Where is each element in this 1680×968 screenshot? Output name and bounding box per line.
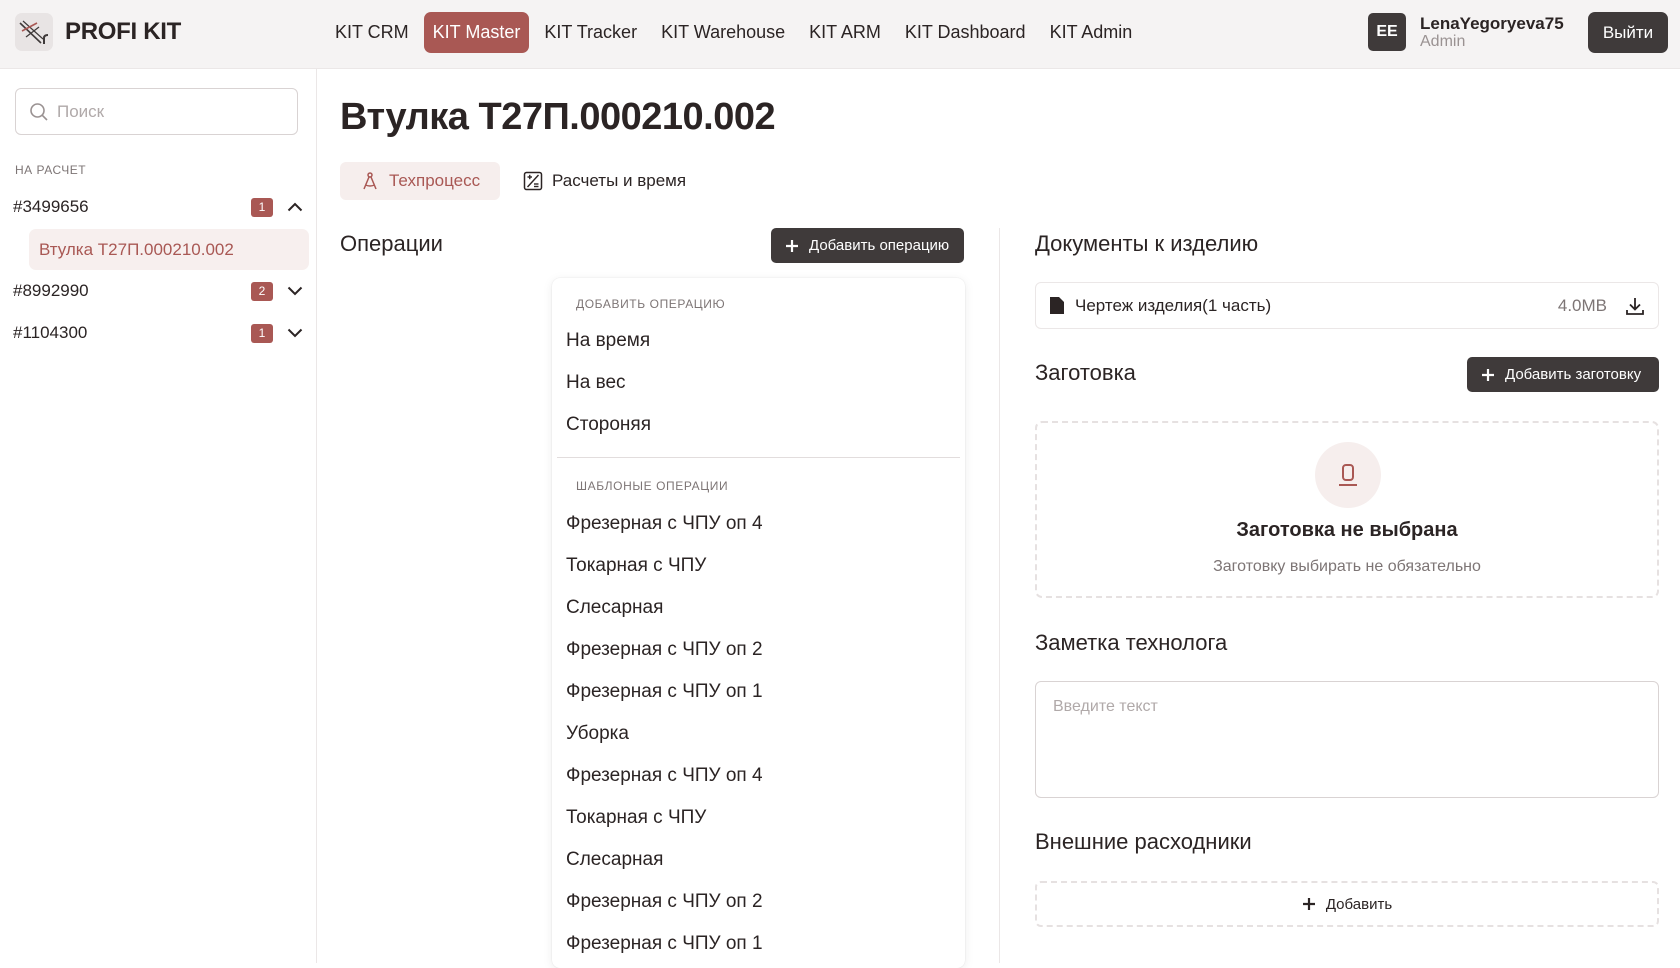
menu-item-template[interactable]: Токарная с ЧПУ: [552, 799, 965, 837]
main-nav: KIT CRM KIT Master KIT Tracker KIT Wareh…: [326, 12, 1141, 53]
document-size: 4.0MB: [1557, 295, 1607, 315]
download-icon[interactable]: [1625, 296, 1645, 316]
blank-heading: Заготовка: [1035, 360, 1136, 385]
menu-item-by-weight[interactable]: На вес: [552, 364, 965, 402]
brand-name: PROFI KIT: [65, 18, 181, 45]
count-badge: 2: [251, 281, 273, 301]
menu-item-template[interactable]: Токарная с ЧПУ: [552, 547, 965, 585]
menu-item-template[interactable]: Фрезерная с ЧПУ оп 4: [552, 505, 965, 543]
order-number: #3499656: [13, 197, 89, 216]
document-name: Чертеж изделия(1 часть): [1075, 295, 1272, 315]
search-input[interactable]: [57, 101, 277, 122]
order-row[interactable]: #3499656 1: [13, 192, 303, 222]
nav-kit-admin[interactable]: KIT Admin: [1041, 12, 1142, 53]
chevron-down-icon[interactable]: [287, 328, 303, 338]
add-consumable-label: Добавить: [1325, 895, 1393, 913]
nav-kit-master[interactable]: KIT Master: [423, 12, 530, 53]
nav-kit-warehouse[interactable]: KIT Warehouse: [652, 12, 794, 53]
calculator-icon: [523, 171, 543, 191]
empty-state-subtitle: Заготовку выбирать не обязательно: [1213, 558, 1481, 575]
menu-item-template[interactable]: Фрезерная с ЧПУ оп 1: [552, 925, 965, 963]
user-role: Admin: [1420, 33, 1466, 50]
avatar[interactable]: EE: [1368, 13, 1406, 51]
menu-item-template[interactable]: Фрезерная с ЧПУ оп 2: [552, 883, 965, 921]
dropdown-section-label: ШАБЛОНЫЕ ОПЕРАЦИИ: [576, 479, 729, 493]
menu-item-template[interactable]: Слесарная: [552, 841, 965, 879]
consumables-heading: Внешние расходники: [1035, 829, 1252, 854]
logo-icon[interactable]: [15, 13, 53, 51]
note-heading: Заметка технолога: [1035, 630, 1228, 655]
document-row[interactable]: Чертеж изделия(1 часть) 4.0MB: [1035, 282, 1659, 329]
dropdown-section-label: ДОБАВИТЬ ОПЕРАЦИЮ: [576, 297, 726, 311]
menu-item-template[interactable]: Слесарная: [552, 589, 965, 627]
compass-icon: [363, 172, 377, 190]
tab-label: Техпроцесс: [389, 171, 481, 190]
file-icon: [1050, 297, 1064, 314]
column-divider: [999, 228, 1000, 963]
count-badge: 1: [251, 197, 273, 217]
sidebar: НА РАСЧЕТ #3499656 1 Втулка Т27П.000210.…: [0, 69, 317, 963]
search-icon: [30, 102, 48, 121]
plus-icon: [1482, 368, 1494, 381]
menu-item-template[interactable]: Фрезерная с ЧПУ оп 1: [552, 673, 965, 711]
section-label: НА РАСЧЕТ: [15, 163, 87, 177]
menu-item-template[interactable]: Фрезерная с ЧПУ оп 4: [552, 757, 965, 795]
page-title: Втулка Т27П.000210.002: [340, 96, 776, 138]
menu-item-outsourced[interactable]: Стороняя: [552, 406, 965, 444]
add-blank-label: Добавить заготовку: [1505, 366, 1642, 383]
blank-icon: [1315, 442, 1381, 508]
add-operation-label: Добавить операцию: [809, 237, 950, 254]
menu-item-template[interactable]: Фрезерная с ЧПУ оп 2: [552, 631, 965, 669]
search-box[interactable]: [15, 88, 298, 135]
menu-item-template[interactable]: Уборка: [552, 715, 965, 753]
tab-techprocess[interactable]: Техпроцесс: [340, 162, 501, 200]
order-row[interactable]: #8992990 2: [13, 276, 303, 306]
add-operation-dropdown: ДОБАВИТЬ ОПЕРАЦИЮ На время На вес Сторон…: [552, 278, 965, 968]
tab-calculations[interactable]: Расчеты и время: [503, 162, 706, 200]
menu-item-by-time[interactable]: На время: [552, 322, 965, 360]
blank-empty-state: Заготовка не выбрана Заготовку выбирать …: [1035, 421, 1659, 598]
tab-label: Расчеты и время: [552, 171, 687, 190]
nav-kit-dashboard[interactable]: KIT Dashboard: [896, 12, 1035, 53]
order-row[interactable]: #1104300 1: [13, 318, 303, 348]
order-number: #8992990: [13, 281, 89, 300]
count-badge: 1: [251, 323, 273, 343]
logout-button[interactable]: Выйти: [1588, 12, 1668, 53]
nav-kit-crm[interactable]: KIT CRM: [326, 12, 418, 53]
empty-state-title: Заготовка не выбрана: [1236, 519, 1458, 541]
plus-icon: [786, 239, 798, 252]
note-textarea[interactable]: [1035, 681, 1659, 798]
documents-heading: Документы к изделию: [1035, 231, 1259, 256]
chevron-up-icon[interactable]: [287, 202, 303, 212]
nav-kit-arm[interactable]: KIT ARM: [800, 12, 890, 53]
add-consumable-button[interactable]: Добавить: [1035, 881, 1659, 927]
add-blank-button[interactable]: Добавить заготовку: [1467, 357, 1659, 392]
operations-heading: Операции: [340, 231, 443, 256]
top-bar: PROFI KIT KIT CRM KIT Master KIT Tracker…: [0, 0, 1680, 69]
nav-kit-tracker[interactable]: KIT Tracker: [535, 12, 646, 53]
sidebar-item-part[interactable]: Втулка Т27П.000210.002: [29, 229, 309, 270]
add-operation-button[interactable]: Добавить операцию: [771, 228, 964, 263]
user-name: LenaYegoryeva75: [1420, 14, 1564, 33]
plus-icon: [1302, 898, 1315, 910]
chevron-down-icon[interactable]: [287, 286, 303, 296]
order-number: #1104300: [13, 323, 88, 342]
dropdown-divider: [557, 457, 960, 458]
